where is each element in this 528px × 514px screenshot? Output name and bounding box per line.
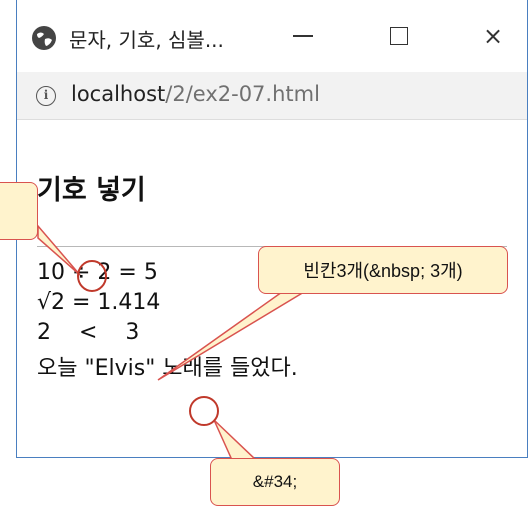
symbol-line-quote: 오늘 "Elvis" 노래를 들었다. — [37, 356, 298, 381]
address-bar[interactable]: i localhost/2/ex2-07.html — [17, 72, 527, 120]
title-bar[interactable]: 문자, 기호, 심볼... × — [17, 0, 527, 72]
minimize-button[interactable] — [279, 16, 327, 56]
page-heading: 기호 넣기 — [37, 175, 146, 206]
maximize-icon — [390, 27, 408, 45]
info-icon[interactable]: i — [36, 86, 56, 106]
globe-icon — [32, 26, 56, 50]
url-path: /2/ex2-07.html — [165, 82, 320, 106]
callout-nbsp: 빈칸3개(&nbsp; 3개) — [258, 246, 508, 294]
callout-quote-entity: &#34; — [210, 458, 340, 506]
close-button[interactable]: × — [469, 16, 517, 56]
symbol-line-division: 10 ÷ 2 = 5 — [37, 260, 158, 285]
url-field[interactable]: localhost/2/ex2-07.html — [71, 82, 320, 106]
minimize-icon — [293, 35, 313, 37]
symbol-line-sqrt: √2 = 1.414 — [37, 290, 161, 315]
url-host: localhost — [71, 82, 166, 106]
maximize-button[interactable] — [375, 16, 423, 56]
close-icon: × — [482, 22, 504, 50]
callout-left — [0, 182, 38, 240]
browser-window: 문자, 기호, 심볼... × i localhost/2/ex2-07.htm… — [16, 0, 528, 458]
symbol-line-less-than: 2 < 3 — [37, 320, 140, 345]
window-title: 문자, 기호, 심볼... — [69, 28, 224, 52]
